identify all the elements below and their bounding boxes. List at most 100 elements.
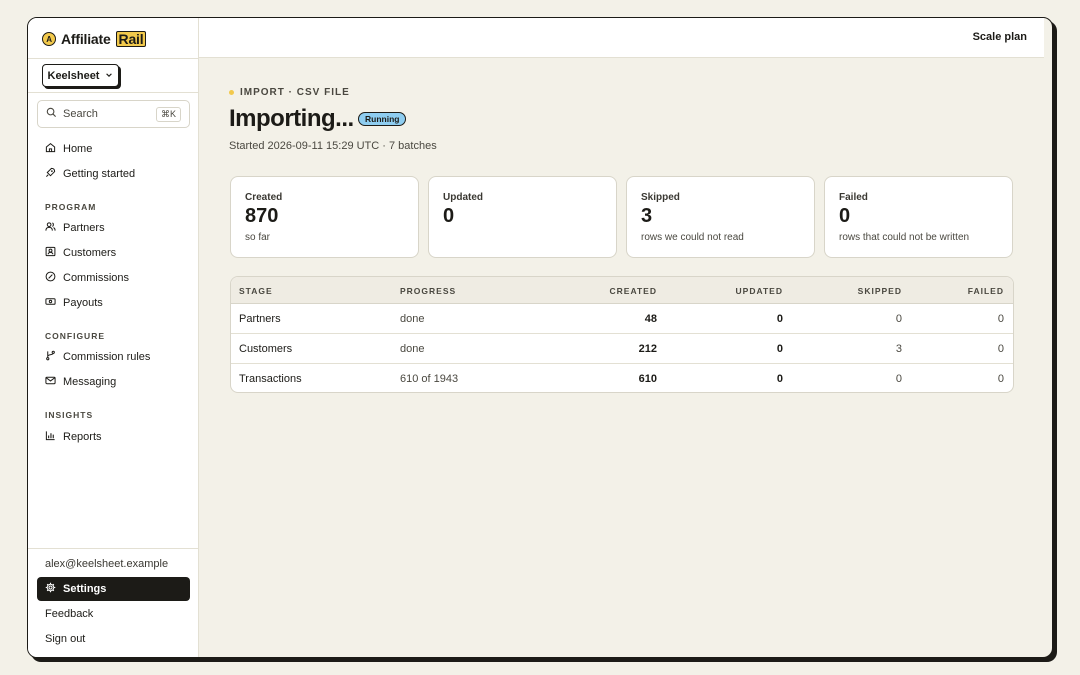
cell-updated: 0 — [776, 373, 783, 385]
column-header-stage: STAGE — [239, 286, 273, 296]
cell-updated: 0 — [776, 343, 783, 355]
search-input[interactable]: Search ⌘K — [37, 100, 190, 128]
cell-skipped: 0 — [895, 373, 902, 385]
stat-card-skipped: Skipped 3 rows we could not read — [626, 176, 815, 258]
table-row[interactable]: Transactions 610 of 1943 610 0 0 0 — [231, 364, 1013, 392]
eyebrow-text: IMPORT · CSV FILE — [240, 87, 350, 98]
cell-updated: 0 — [776, 313, 783, 325]
users-icon — [45, 221, 56, 235]
search-icon — [46, 107, 57, 121]
cell-progress: 610 of 1943 — [400, 373, 459, 385]
git-branch-icon — [45, 350, 56, 364]
brand-name-highlight: Rail — [115, 31, 147, 47]
scale-plan-button[interactable]: Scale plan — [973, 31, 1027, 43]
cell-created: 212 — [638, 343, 657, 355]
sidebar-item-label: Partners — [63, 222, 105, 234]
cell-skipped: 3 — [895, 343, 902, 355]
cell-progress: done — [400, 343, 425, 355]
column-header-created: CREATED — [609, 286, 657, 296]
cell-stage: Partners — [239, 313, 281, 325]
page-title: Importing... — [229, 105, 354, 132]
cell-progress: done — [400, 313, 425, 325]
sidebar-item-partners[interactable]: Partners — [37, 216, 190, 240]
cell-failed: 0 — [997, 373, 1004, 385]
stat-card-updated: Updated 0 — [428, 176, 617, 258]
cell-created: 610 — [638, 373, 657, 385]
workspace-switcher[interactable]: Keelsheet — [42, 64, 119, 87]
cell-failed: 0 — [997, 313, 1004, 325]
chevron-down-icon — [105, 71, 113, 81]
sidebar-item-label: Customers — [63, 247, 117, 259]
stat-label: Updated — [443, 192, 483, 203]
stat-value: 870 — [245, 205, 279, 227]
stat-value: 3 — [641, 205, 653, 227]
sidebar-item-messaging[interactable]: Messaging — [37, 370, 190, 394]
section-label-program: PROGRAM — [45, 202, 97, 212]
sidebar-item-commissions[interactable]: Commissions — [37, 266, 190, 290]
contact-icon — [45, 246, 56, 260]
home-icon — [45, 142, 56, 156]
sidebar-item-label: Commissions — [63, 272, 130, 284]
percent-icon — [45, 271, 56, 285]
status-dot-icon — [229, 90, 234, 95]
stat-label: Created — [245, 192, 283, 203]
section-label-configure: CONFIGURE — [45, 331, 105, 341]
workspace-name: Keelsheet — [47, 69, 100, 82]
sidebar-item-label: Payouts — [63, 297, 103, 309]
feedback-link[interactable]: Feedback — [45, 608, 93, 620]
search-placeholder: Search — [63, 108, 98, 120]
sidebar-item-settings[interactable]: Settings — [37, 577, 190, 601]
table-header: STAGE PROGRESS CREATED UPDATED SKIPPED F… — [231, 277, 1013, 304]
brand-name-prefix: Affiliate — [61, 31, 111, 47]
stat-value: 0 — [839, 205, 851, 227]
sidebar-item-label: Messaging — [63, 376, 117, 388]
cell-stage: Customers — [239, 343, 293, 355]
stat-label: Failed — [839, 192, 868, 203]
rocket-icon — [45, 167, 56, 181]
divider — [28, 58, 198, 59]
gear-icon — [45, 582, 56, 596]
sidebar-item-customers[interactable]: Customers — [37, 241, 190, 265]
sidebar-item-home[interactable]: Home — [37, 137, 190, 161]
cell-stage: Transactions — [239, 373, 302, 385]
column-header-progress: PROGRESS — [400, 286, 457, 296]
divider — [28, 92, 198, 93]
bar-chart-icon — [45, 430, 56, 444]
topbar: Scale plan — [199, 18, 1044, 58]
stat-card-created: Created 870 so far — [230, 176, 419, 258]
page-eyebrow: IMPORT · CSV FILE — [229, 87, 350, 98]
import-stages-table: STAGE PROGRESS CREATED UPDATED SKIPPED F… — [230, 276, 1014, 393]
user-email: alex@keelsheet.example — [45, 558, 169, 570]
app-window: A Affiliate Rail Keelsheet Search ⌘K Home… — [27, 17, 1053, 658]
sidebar-item-label: Home — [63, 143, 93, 155]
logo-mark-icon: A — [42, 32, 56, 46]
sidebar-item-reports[interactable]: Reports — [37, 425, 190, 449]
sign-out-link[interactable]: Sign out — [45, 633, 85, 645]
column-header-failed: FAILED — [967, 286, 1004, 296]
section-label-insights: INSIGHTS — [45, 410, 94, 420]
sidebar-item-label: Settings — [63, 583, 107, 595]
sidebar-item-label: Commission rules — [63, 351, 151, 363]
cell-created: 48 — [644, 313, 657, 325]
import-meta: Started 2026-09-11 15:29 UTC · 7 batches — [229, 140, 437, 152]
search-shortcut: ⌘K — [155, 106, 181, 122]
sidebar-item-commission-rules[interactable]: Commission rules — [37, 345, 190, 369]
sidebar-item-label: Getting started — [63, 168, 136, 180]
stat-card-failed: Failed 0 rows that could not be written — [824, 176, 1013, 258]
mail-icon — [45, 375, 56, 389]
sidebar-item-payouts[interactable]: Payouts — [37, 291, 190, 315]
sidebar: A Affiliate Rail Keelsheet Search ⌘K Home… — [28, 18, 199, 657]
sidebar-item-getting-started[interactable]: Getting started — [37, 162, 190, 186]
sidebar-item-label: Reports — [63, 431, 102, 443]
table-row[interactable]: Customers done 212 0 3 0 — [231, 334, 1013, 364]
stat-value: 0 — [443, 205, 455, 227]
table-row[interactable]: Partners done 48 0 0 0 — [231, 304, 1013, 334]
cell-skipped: 0 — [895, 313, 902, 325]
banknote-icon — [45, 296, 56, 310]
brand-logo[interactable]: A Affiliate Rail — [42, 30, 147, 48]
cell-failed: 0 — [997, 343, 1004, 355]
column-header-skipped: SKIPPED — [857, 286, 902, 296]
stat-caption: rows we could not read — [641, 232, 744, 243]
divider — [28, 548, 198, 549]
stat-caption: so far — [245, 232, 271, 243]
